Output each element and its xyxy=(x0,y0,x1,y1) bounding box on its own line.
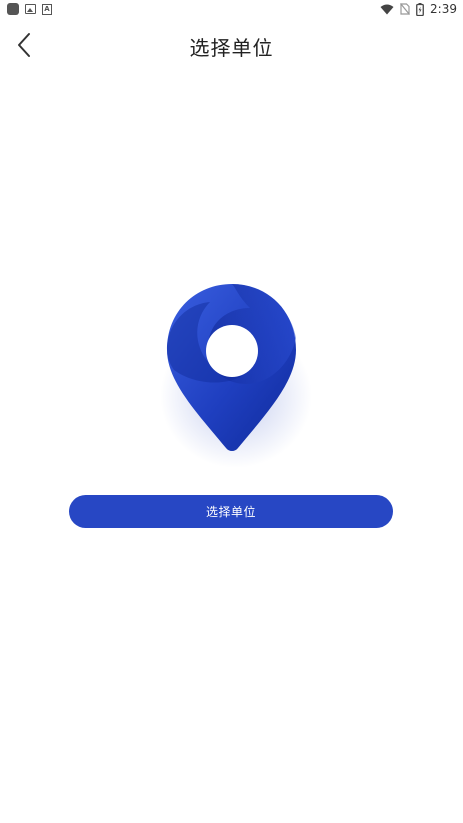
status-left-icons: A xyxy=(7,3,52,15)
no-sim-icon xyxy=(400,3,411,15)
status-right-icons: 2:39 xyxy=(380,2,457,16)
select-unit-button-label: 选择单位 xyxy=(205,505,256,519)
status-bar: A 2:39 xyxy=(0,0,463,20)
select-unit-button[interactable]: 选择单位 xyxy=(69,495,393,528)
app-square-icon xyxy=(7,3,19,15)
location-pin-icon xyxy=(160,284,312,468)
nav-bar: 选择单位 xyxy=(0,22,463,68)
status-time: 2:39 xyxy=(430,2,457,16)
battery-icon xyxy=(416,2,424,16)
wifi-icon xyxy=(380,4,394,14)
font-a-icon: A xyxy=(42,3,52,15)
location-illustration xyxy=(150,278,314,468)
page-title: 选择单位 xyxy=(189,36,274,60)
gallery-icon xyxy=(25,4,36,14)
